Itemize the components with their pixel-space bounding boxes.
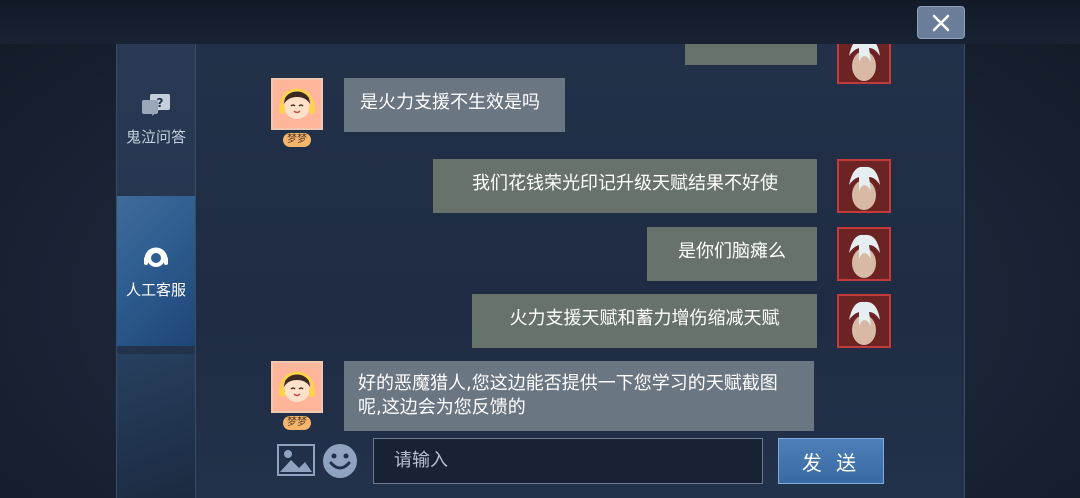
message-input[interactable]: 请输入 [373, 438, 763, 484]
send-button[interactable]: 发 送 [778, 438, 884, 484]
message-bubble-user [685, 44, 817, 65]
user-avatar [837, 44, 891, 84]
agent-name-badge: 梦梦 [283, 416, 311, 430]
user-avatar [837, 227, 891, 281]
message-text: 我们花钱荣光印记升级天赋结果不好使 [472, 173, 778, 194]
image-button[interactable] [277, 444, 315, 480]
sidebar-item-label: 鬼泣问答 [125, 127, 186, 146]
close-icon [932, 14, 950, 31]
user-portrait-icon [839, 296, 889, 346]
emoji-icon [323, 444, 357, 478]
question-chat-icon: ? [142, 93, 170, 116]
message-bubble-agent: 是火力支援不生效是吗 [344, 78, 565, 132]
user-portrait-icon [839, 161, 889, 211]
close-button[interactable] [917, 6, 965, 39]
agent-avatar [271, 78, 323, 130]
message-bubble-user: 是你们脑瘫么 [647, 227, 817, 281]
image-icon [277, 444, 315, 476]
message-bubble-user: 火力支援天赋和蓄力增伤缩减天赋 [472, 294, 817, 348]
sidebar-item-customer-service[interactable]: 人工客服 [117, 196, 195, 346]
emoji-button[interactable] [321, 442, 359, 484]
agent-portrait-icon [273, 363, 321, 411]
sidebar-decoration [117, 354, 195, 498]
message-bubble-agent: 好的恶魔猎人,您这边能否提供一下您学习的天赋截图呢,这边会为您反馈的 [344, 361, 814, 431]
sidebar-item-label: 人工客服 [125, 280, 186, 299]
sidebar: ? 鬼泣问答 人工客服 [117, 44, 196, 498]
svg-text:?: ? [157, 96, 164, 110]
user-portrait-icon [839, 44, 889, 82]
user-avatar [837, 159, 891, 213]
message-text: 是火力支援不生效是吗 [360, 92, 540, 113]
user-portrait-icon [839, 229, 889, 279]
headset-icon [144, 247, 168, 267]
message-text: 好的恶魔猎人,您这边能否提供一下您学习的天赋截图呢,这边会为您反馈的 [358, 373, 778, 418]
agent-portrait-icon [273, 80, 321, 128]
agent-avatar [271, 361, 323, 413]
chat-messages[interactable]: 梦梦 是火力支援不生效是吗 我们花钱荣光印记升级天赋结果不好使 是你们脑瘫么 火… [195, 44, 964, 434]
input-bar: 请输入 发 送 [195, 434, 964, 498]
message-text: 是你们脑瘫么 [678, 241, 786, 262]
message-text: 火力支援天赋和蓄力增伤缩减天赋 [509, 308, 780, 329]
user-avatar [837, 294, 891, 348]
agent-name-badge: 梦梦 [283, 133, 311, 147]
sidebar-item-qa[interactable]: ? 鬼泣问答 [117, 44, 195, 194]
chat-panel: ? 鬼泣问答 人工客服 梦梦 是火力支援不生效是吗 我们花钱荣光印记升级天赋结果… [116, 44, 965, 498]
message-bubble-user: 我们花钱荣光印记升级天赋结果不好使 [433, 159, 817, 213]
